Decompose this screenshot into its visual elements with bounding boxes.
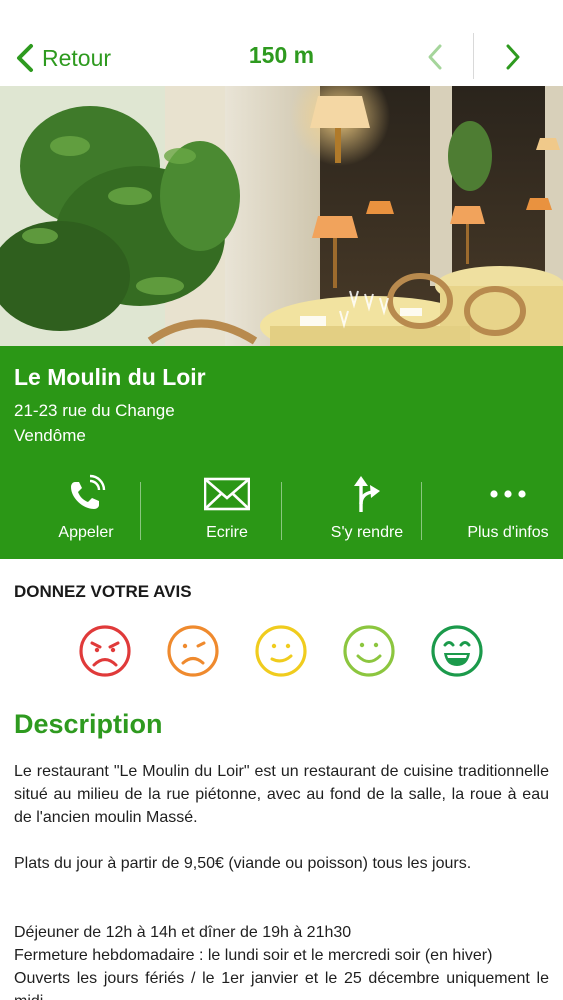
very-happy-face-icon[interactable] <box>430 624 484 678</box>
rating-title: DONNEZ VOTRE AVIS <box>14 582 192 601</box>
nav-divider <box>473 33 474 79</box>
write-button[interactable]: Ecrire <box>157 468 297 548</box>
place-info-panel: Le Moulin du Loir 21-23 rue du Change Ve… <box>0 346 563 559</box>
chevron-left-icon <box>17 44 33 72</box>
action-divider <box>421 482 422 540</box>
previous-item-icon[interactable] <box>420 40 450 74</box>
place-city: Vendôme <box>14 426 86 445</box>
more-info-label: Plus d'infos <box>467 524 549 541</box>
phone-icon <box>71 474 106 509</box>
place-street: 21-23 rue du Change <box>14 401 175 420</box>
write-label: Ecrire <box>206 524 248 541</box>
restaurant-photo <box>0 86 563 346</box>
weekly-closing: Fermeture hebdomadaire : le lundi soir e… <box>14 947 493 964</box>
holiday-opening: Ouverts les jours fériés / le 1er janvie… <box>14 970 549 1000</box>
action-divider <box>281 482 282 540</box>
directions-button[interactable]: S'y rendre <box>297 468 437 548</box>
top-nav-bar: Retour 150 m <box>0 0 563 86</box>
opening-hours: Déjeuner de 12h à 14h et dîner de 19h à … <box>14 924 352 941</box>
more-info-button[interactable]: Plus d'infos <box>438 468 563 548</box>
directions-icon <box>354 476 380 512</box>
action-bar: Appeler Ecrire S'y rendre Plus d'infos <box>0 468 563 548</box>
next-item-icon[interactable] <box>498 40 528 74</box>
directions-label: S'y rendre <box>330 524 404 541</box>
description-body: Le restaurant "Le Moulin du Loir" est un… <box>14 760 549 1000</box>
more-icon <box>490 490 526 498</box>
place-name: Le Moulin du Loir <box>14 364 206 390</box>
happy-face-icon[interactable] <box>342 624 396 678</box>
envelope-icon <box>204 477 250 511</box>
call-label: Appeler <box>58 524 114 541</box>
back-button[interactable]: Retour <box>14 38 111 78</box>
description-paragraph: Plats du jour à partir de 9,50€ (viande … <box>14 855 472 872</box>
description-title: Description <box>14 709 163 739</box>
place-detail-screen: Retour 150 m Le Moulin du Loir 21-23 rue… <box>0 0 563 1000</box>
description-paragraph: Le restaurant "Le Moulin du Loir" est un… <box>14 763 549 826</box>
back-label: Retour <box>42 44 112 71</box>
unhappy-face-icon[interactable] <box>166 624 220 678</box>
neutral-face-icon[interactable] <box>254 624 308 678</box>
call-button[interactable]: Appeler <box>16 468 156 548</box>
action-divider <box>140 482 141 540</box>
very-unhappy-face-icon[interactable] <box>78 624 132 678</box>
